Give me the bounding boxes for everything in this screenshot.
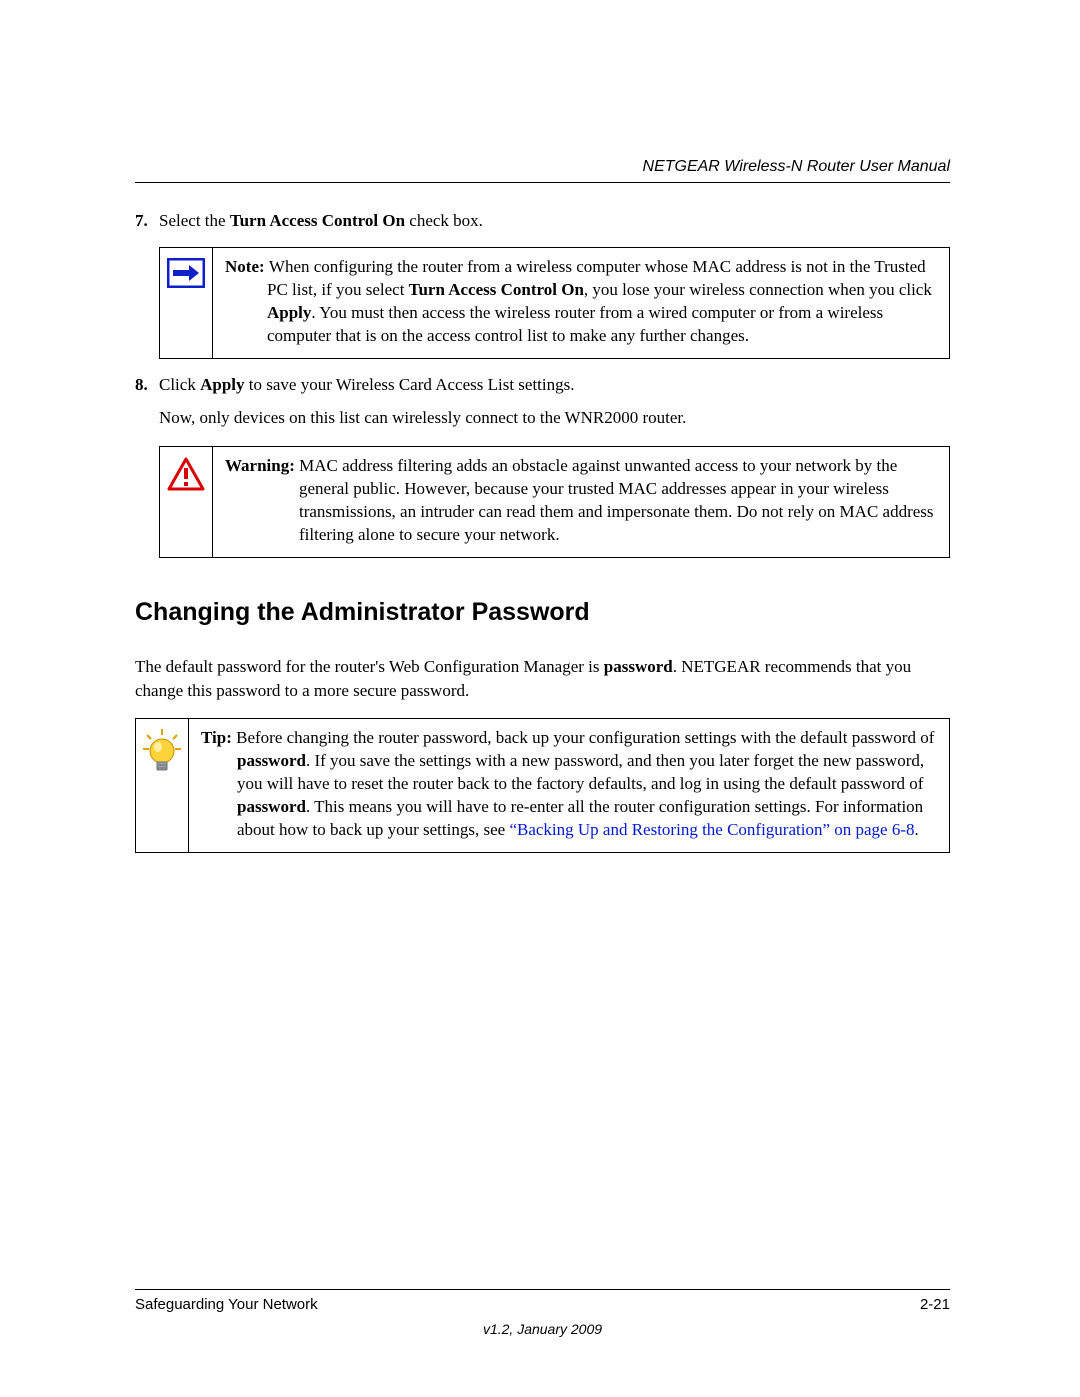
warning-icon-cell <box>160 447 213 557</box>
footer-version: v1.2, January 2009 <box>135 1321 950 1337</box>
page-content: NETGEAR Wireless-N Router User Manual 7.… <box>0 0 1080 853</box>
step-text: Select the Turn Access Control On check … <box>159 209 950 233</box>
lightbulb-icon <box>141 729 183 777</box>
header-title: NETGEAR Wireless-N Router User Manual <box>643 158 950 175</box>
footer-page-number: 2-21 <box>920 1296 950 1313</box>
backup-link[interactable]: “Backing Up and Restoring the Configurat… <box>509 820 914 839</box>
section-heading: Changing the Administrator Password <box>135 598 950 627</box>
warning-label: Warning: <box>225 456 299 475</box>
note-label: Note: <box>225 257 269 276</box>
tip-body: Tip: Before changing the router password… <box>189 719 949 852</box>
intro-paragraph: The default password for the router's We… <box>135 655 950 703</box>
tip-callout: Tip: Before changing the router password… <box>135 718 950 853</box>
tip-label: Tip: <box>201 728 236 747</box>
step-text: Click Apply to save your Wireless Card A… <box>159 373 950 397</box>
step-number: 8. <box>135 373 159 397</box>
note-body: Note: When configuring the router from a… <box>213 248 949 358</box>
step-number: 7. <box>135 209 159 233</box>
step-7: 7. Select the Turn Access Control On che… <box>135 209 950 233</box>
note-icon-cell <box>160 248 213 358</box>
note-callout: Note: When configuring the router from a… <box>159 247 950 359</box>
footer-section-name: Safeguarding Your Network <box>135 1296 318 1313</box>
warning-callout: Warning: MAC address filtering adds an o… <box>159 446 950 558</box>
arrow-right-icon <box>167 258 205 288</box>
tip-icon-cell <box>136 719 189 852</box>
step-8: 8. Click Apply to save your Wireless Car… <box>135 373 950 397</box>
warning-body: Warning: MAC address filtering adds an o… <box>213 447 949 557</box>
step-8-followup: Now, only devices on this list can wirel… <box>159 406 950 430</box>
document-header: NETGEAR Wireless-N Router User Manual <box>135 158 950 183</box>
warning-triangle-icon <box>167 457 205 491</box>
page-footer: Safeguarding Your Network 2-21 v1.2, Jan… <box>135 1289 950 1337</box>
